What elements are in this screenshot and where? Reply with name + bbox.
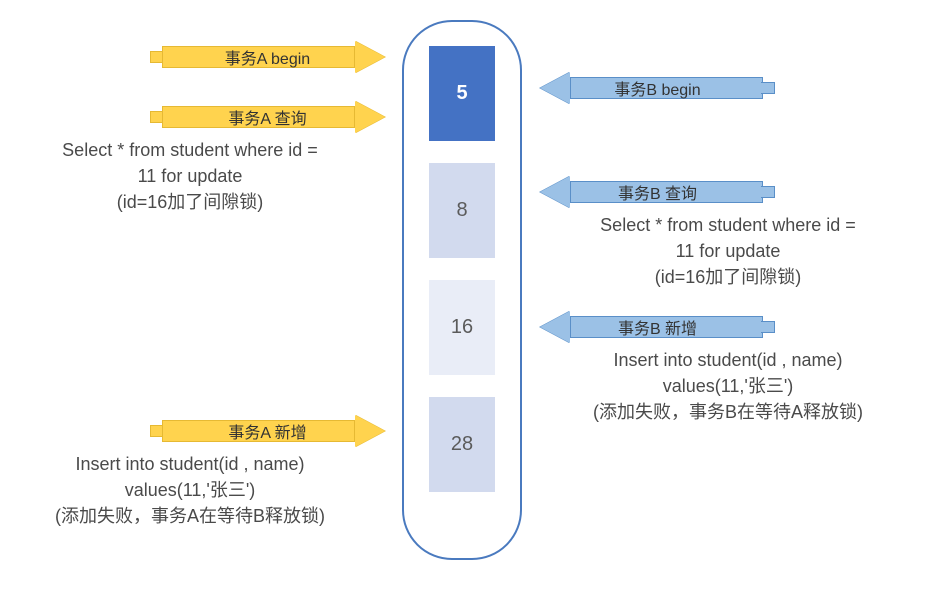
caption-line: Select * from student where id =	[62, 140, 318, 160]
index-cell-5: 5	[429, 46, 495, 141]
caption-line: (id=16加了间隙锁)	[117, 192, 264, 212]
caption-line: values(11,'张三')	[663, 376, 794, 396]
txn-a-insert-arrow: 事务A 新增	[150, 417, 385, 445]
txn-b-query-label: 事务B 查询	[540, 178, 775, 206]
txn-a-begin-arrow: 事务A begin	[150, 43, 385, 71]
txn-b-query-caption: Select * from student where id = 11 for …	[548, 212, 908, 290]
txn-b-begin-arrow: 事务B begin	[540, 74, 775, 102]
txn-a-begin-label: 事务A begin	[150, 43, 385, 71]
caption-line: Insert into student(id , name)	[613, 350, 842, 370]
txn-b-insert-arrow: 事务B 新增	[540, 313, 775, 341]
txn-a-insert-label: 事务A 新增	[150, 417, 385, 445]
caption-line: (id=16加了间隙锁)	[655, 267, 802, 287]
caption-line: (添加失败，事务A在等待B释放锁)	[55, 506, 325, 526]
txn-b-begin-label: 事务B begin	[540, 74, 775, 102]
caption-line: Select * from student where id =	[600, 215, 856, 235]
caption-line: 11 for update	[138, 166, 243, 186]
txn-b-query-arrow: 事务B 查询	[540, 178, 775, 206]
caption-line: Insert into student(id , name)	[75, 454, 304, 474]
txn-b-insert-label: 事务B 新增	[540, 313, 775, 341]
caption-line: 11 for update	[676, 241, 781, 261]
index-cell-16: 16	[429, 280, 495, 375]
caption-line: values(11,'张三')	[125, 480, 256, 500]
index-cell-28: 28	[429, 397, 495, 492]
caption-line: (添加失败，事务B在等待A释放锁)	[593, 402, 863, 422]
txn-a-query-arrow: 事务A 查询	[150, 103, 385, 131]
txn-a-query-caption: Select * from student where id = 11 for …	[20, 137, 360, 215]
txn-a-query-label: 事务A 查询	[150, 103, 385, 131]
txn-b-insert-caption: Insert into student(id , name) values(11…	[548, 347, 908, 425]
index-cell-8: 8	[429, 163, 495, 258]
txn-a-insert-caption: Insert into student(id , name) values(11…	[20, 451, 360, 529]
